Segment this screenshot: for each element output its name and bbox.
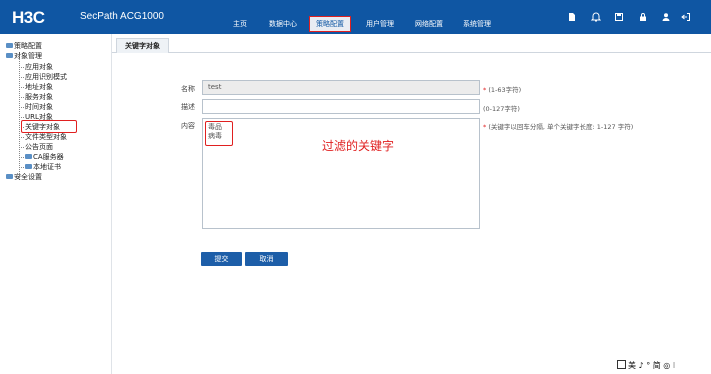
sidebar-tree: 策略配置 对象管理 应用对象 应用识别模式 地址对象 服务对象 时间对象 URL… (0, 34, 112, 374)
content-hint: * (关键字以回车分隔, 单个关键字长度: 1-127 字符) (483, 123, 634, 131)
tab-keyword-object[interactable]: 关键字对象 (116, 38, 169, 53)
sidebar-item-notice-page[interactable]: 公告页面 (25, 142, 53, 152)
save-icon[interactable] (614, 12, 624, 22)
folder-icon (25, 164, 32, 169)
content-label: 内容 (181, 122, 195, 130)
sidebar-item-label: 安全设置 (14, 173, 42, 181)
document-icon[interactable] (567, 12, 577, 22)
tree-connector (19, 67, 24, 68)
sidebar-item-service-object[interactable]: 服务对象 (25, 92, 53, 102)
keyword-content-highlight (205, 121, 233, 146)
content-line: 毒品 (208, 123, 222, 131)
nav-system-management[interactable]: 系统管理 (459, 17, 495, 31)
user-icon[interactable] (661, 12, 671, 22)
sidebar-item-file-type-object[interactable]: 文件类型对象 (25, 132, 67, 142)
tree-connector (19, 52, 20, 180)
sidebar-item-address-object[interactable]: 地址对象 (25, 82, 53, 92)
cancel-button[interactable]: 取消 (245, 252, 288, 266)
sidebar-item-ca-server[interactable]: CA服务器 (25, 152, 64, 162)
sidebar-item-time-object[interactable]: 时间对象 (25, 102, 53, 112)
product-name: SecPath ACG1000 (80, 11, 164, 22)
tree-connector (19, 157, 24, 158)
sidebar-item-object-management[interactable]: 对象管理 (6, 51, 42, 61)
tree-connector (19, 107, 24, 108)
tab-bar: 关键字对象 (112, 34, 711, 53)
tree-connector (19, 77, 24, 78)
sidebar-item-label: 本地证书 (33, 163, 61, 171)
name-hint: * (1-63字符) (483, 86, 522, 94)
sidebar-item-label: 策略配置 (14, 42, 42, 50)
required-mark: * (483, 123, 487, 131)
ime-status-text: 美 ♪ ° 简 ◎ ⁝ (628, 361, 676, 370)
sidebar-item-local-cert[interactable]: 本地证书 (25, 162, 61, 172)
required-mark: * (483, 86, 487, 94)
sidebar-item-app-object[interactable]: 应用对象 (25, 62, 53, 72)
tree-connector (19, 147, 24, 148)
folder-icon (6, 174, 13, 179)
nav-policy-config[interactable]: 策略配置 (309, 16, 351, 32)
tree-connector (19, 87, 24, 88)
tree-connector (19, 137, 24, 138)
description-input[interactable] (202, 99, 480, 114)
nav-home[interactable]: 主页 (229, 17, 251, 31)
nav-user-management[interactable]: 用户管理 (362, 17, 398, 31)
logout-icon[interactable] (681, 12, 691, 22)
tree-connector (19, 117, 24, 118)
folder-icon (6, 53, 13, 58)
annotation-text: 过滤的关键字 (322, 139, 395, 153)
bell-icon[interactable] (590, 12, 602, 22)
name-input[interactable]: test (202, 80, 480, 95)
sidebar-item-label: CA服务器 (33, 153, 64, 161)
content-textarea[interactable]: 毒品 病毒 (202, 118, 480, 229)
nav-data-center[interactable]: 数据中心 (265, 17, 301, 31)
sidebar-item-app-identification[interactable]: 应用识别模式 (25, 72, 67, 82)
tree-connector (19, 167, 24, 168)
nav-network-config[interactable]: 网络配置 (411, 17, 447, 31)
lock-icon[interactable] (638, 12, 648, 22)
sidebar-item-policy-config[interactable]: 策略配置 (6, 41, 42, 51)
sidebar-item-label: 对象管理 (14, 52, 42, 60)
name-label: 名称 (181, 85, 195, 93)
description-label: 描述 (181, 103, 195, 111)
folder-icon (25, 154, 32, 159)
h3c-logo: H3C (12, 8, 45, 27)
folder-icon (6, 43, 13, 48)
top-header: H3C SecPath ACG1000 主页 数据中心 策略配置 用户管理 网络… (0, 0, 711, 34)
description-hint: (0-127字符) (483, 105, 520, 113)
ime-icon (617, 360, 626, 369)
submit-button[interactable]: 提交 (201, 252, 242, 266)
sidebar-item-security-settings[interactable]: 安全设置 (6, 172, 42, 182)
ime-toolbar[interactable]: 美 ♪ ° 简 ◎ ⁝ (617, 360, 675, 371)
tree-connector (19, 97, 24, 98)
